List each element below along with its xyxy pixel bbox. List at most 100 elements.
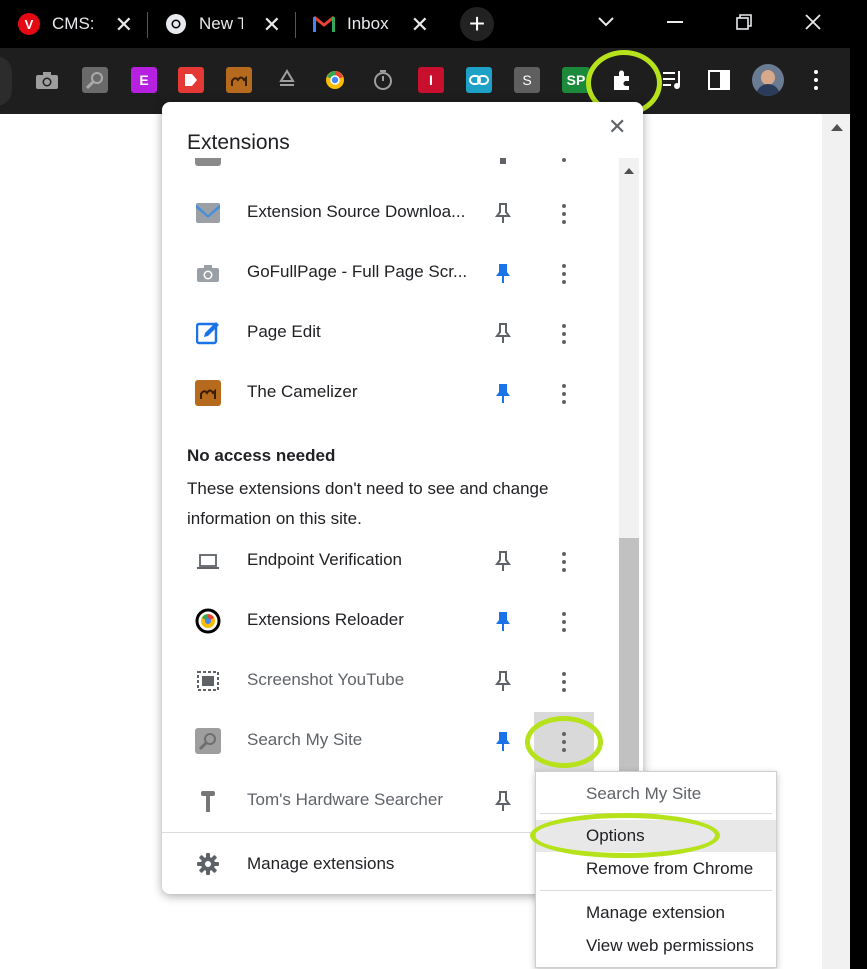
list-item[interactable]: Screenshot YouTube: [162, 652, 617, 712]
tab-title: CMS:: [52, 14, 95, 33]
more-options-icon[interactable]: [560, 200, 568, 228]
menu-item-options[interactable]: Options: [536, 820, 776, 852]
pin-icon[interactable]: [494, 790, 512, 812]
chrome-icon: [165, 13, 187, 35]
tab-title: Inbox: [347, 14, 389, 33]
chrome-menu-icon[interactable]: [806, 67, 826, 93]
list-item[interactable]: Extensions Reloader: [162, 592, 617, 652]
menu-item-remove[interactable]: Remove from Chrome: [536, 853, 776, 885]
list-item[interactable]: Page Edit: [162, 304, 617, 364]
close-window-button[interactable]: [779, 0, 847, 44]
manage-extensions-label: Manage extensions: [247, 854, 395, 873]
hidden-row-more: [562, 158, 566, 162]
list-item[interactable]: Extension Source Downloa...: [162, 184, 617, 244]
restore-button[interactable]: [710, 0, 778, 44]
extension-name: Endpoint Verification: [247, 550, 402, 569]
tab-cms[interactable]: V CMS: ✕: [18, 0, 143, 48]
tab-inbox[interactable]: Inbox ✕: [313, 0, 439, 48]
extensions-puzzle-icon[interactable]: [609, 67, 635, 93]
gmail-icon: [313, 13, 335, 35]
camel-icon[interactable]: [226, 67, 252, 93]
list-item[interactable]: GoFullPage - Full Page Scr...: [162, 244, 617, 304]
red-v-icon: V: [18, 13, 40, 35]
pin-icon[interactable]: [494, 322, 512, 344]
chrome-reload-icon[interactable]: [322, 67, 348, 93]
pin-filled-icon[interactable]: [494, 610, 512, 632]
more-options-icon[interactable]: [560, 548, 568, 576]
extension-name: The Camelizer: [247, 382, 358, 401]
tab-strip: V CMS: ✕ New T ✕ Inbox ✕ +: [0, 0, 867, 48]
pin-icon[interactable]: [494, 202, 512, 224]
tag-icon[interactable]: [178, 67, 204, 93]
window-edge: [850, 48, 867, 969]
pin-filled-icon[interactable]: [494, 730, 512, 752]
more-options-icon[interactable]: [560, 608, 568, 636]
close-icon[interactable]: ✕: [411, 12, 429, 38]
edit-icon: [195, 320, 221, 346]
extension-name: Extensions Reloader: [247, 610, 404, 629]
pin-icon[interactable]: [494, 670, 512, 692]
laptop-icon: [195, 548, 221, 574]
context-menu: Search My Site Options Remove from Chrom…: [535, 771, 777, 968]
pin-filled-icon[interactable]: [494, 382, 512, 404]
hammer-icon: [195, 788, 221, 814]
screenshot-icon: [195, 668, 221, 694]
camera-icon[interactable]: [34, 67, 60, 93]
extension-name: Page Edit: [247, 322, 321, 341]
scroll-up-icon[interactable]: [831, 124, 843, 131]
more-options-icon[interactable]: [560, 260, 568, 288]
extension-name: Screenshot YouTube: [247, 670, 405, 689]
extension-name: Tom's Hardware Searcher: [247, 790, 443, 809]
minimize-button[interactable]: [641, 0, 709, 44]
camel-icon: [195, 380, 221, 406]
omnibox-edge[interactable]: [0, 56, 12, 106]
list-item[interactable]: Endpoint Verification: [162, 532, 617, 592]
divider: [540, 813, 772, 814]
menu-item-manage[interactable]: Manage extension: [536, 897, 776, 929]
new-tab-button[interactable]: +: [460, 7, 494, 41]
reload-icon: [195, 608, 221, 634]
more-options-icon[interactable]: [560, 668, 568, 696]
list-item[interactable]: The Camelizer: [162, 364, 617, 424]
popup-title: Extensions: [187, 131, 290, 154]
menu-item-permissions[interactable]: View web permissions: [536, 930, 776, 962]
gear-icon: [197, 853, 219, 875]
close-icon[interactable]: ✕: [608, 114, 626, 140]
sp-extension-icon[interactable]: SP: [562, 67, 590, 93]
s-extension-icon[interactable]: S: [514, 67, 540, 93]
hidden-row-icon: [195, 158, 221, 166]
search-site-icon: [195, 728, 221, 754]
avatar[interactable]: [752, 64, 784, 96]
more-options-icon: [560, 728, 568, 756]
recycle-icon[interactable]: [274, 67, 300, 93]
hidden-row-pin: [500, 158, 506, 164]
section-description: These extensions don't need to see and c…: [187, 479, 549, 528]
scroll-up-icon[interactable]: [624, 168, 634, 174]
more-options-icon[interactable]: [560, 320, 568, 348]
tab-divider: [295, 12, 296, 38]
envelope-icon: [195, 200, 221, 226]
more-options-icon[interactable]: [560, 380, 568, 408]
link-icon[interactable]: [466, 67, 492, 93]
tab-divider: [147, 12, 148, 38]
section-heading: No access needed: [187, 446, 336, 465]
page-scrollbar[interactable]: [822, 114, 850, 969]
timer-icon[interactable]: [370, 67, 396, 93]
media-queue-icon[interactable]: [660, 67, 686, 93]
pin-filled-icon[interactable]: [494, 262, 512, 284]
more-options-button-active[interactable]: [534, 712, 594, 772]
e-extension-icon[interactable]: E: [131, 67, 157, 93]
popup-scrollbar[interactable]: [619, 158, 639, 832]
tab-new[interactable]: New T ✕: [165, 0, 291, 48]
camera-icon: [195, 260, 221, 286]
extension-name: Extension Source Downloa...: [247, 202, 466, 221]
tab-search-button[interactable]: [572, 0, 640, 44]
extension-name: GoFullPage - Full Page Scr...: [247, 262, 468, 281]
close-icon[interactable]: ✕: [115, 12, 133, 38]
i-extension-icon[interactable]: I: [418, 67, 444, 93]
close-icon[interactable]: ✕: [263, 12, 281, 38]
tab-title: New T: [199, 14, 243, 33]
search-site-icon[interactable]: [82, 67, 108, 93]
pin-icon[interactable]: [494, 550, 512, 572]
side-panel-icon[interactable]: [706, 67, 732, 93]
